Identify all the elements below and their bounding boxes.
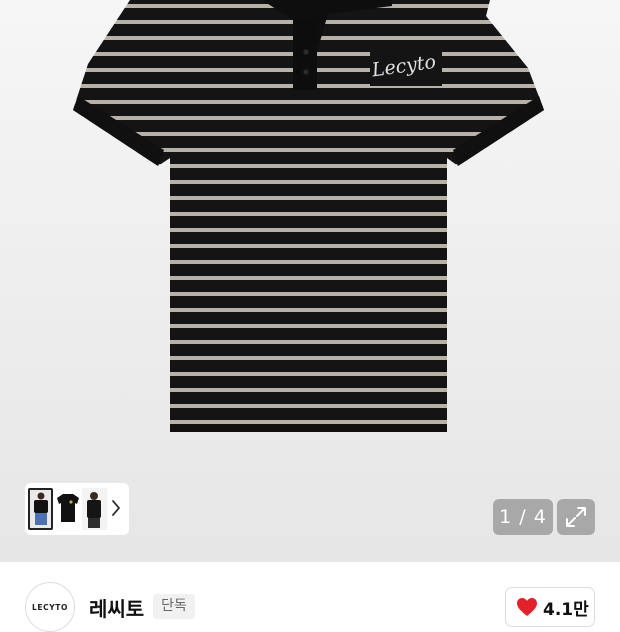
product-image-gallery[interactable]: Lecyto 1 / 4 [0, 0, 620, 562]
image-pager: 1 / 4 [493, 499, 553, 535]
thumbnail-shirt-flat[interactable] [55, 488, 80, 530]
heart-icon [517, 598, 537, 616]
expand-button[interactable] [557, 499, 595, 535]
like-button[interactable]: 4.1만 [505, 587, 595, 627]
brand-logo[interactable]: LECYTO [25, 582, 75, 632]
product-image[interactable]: Lecyto [0, 0, 620, 460]
brand-bar: LECYTO 레씨토 단독 4.1만 [0, 562, 620, 632]
thumbnail-strip[interactable] [25, 483, 129, 535]
thumbnail-model-back[interactable] [82, 488, 107, 530]
chevron-right-icon[interactable] [111, 498, 121, 518]
expand-icon [566, 507, 586, 527]
exclusive-badge: 단독 [153, 594, 195, 619]
like-count: 4.1만 [543, 600, 589, 620]
thumbnail-model-front[interactable] [28, 488, 53, 530]
brand-name[interactable]: 레씨토 [89, 593, 144, 622]
